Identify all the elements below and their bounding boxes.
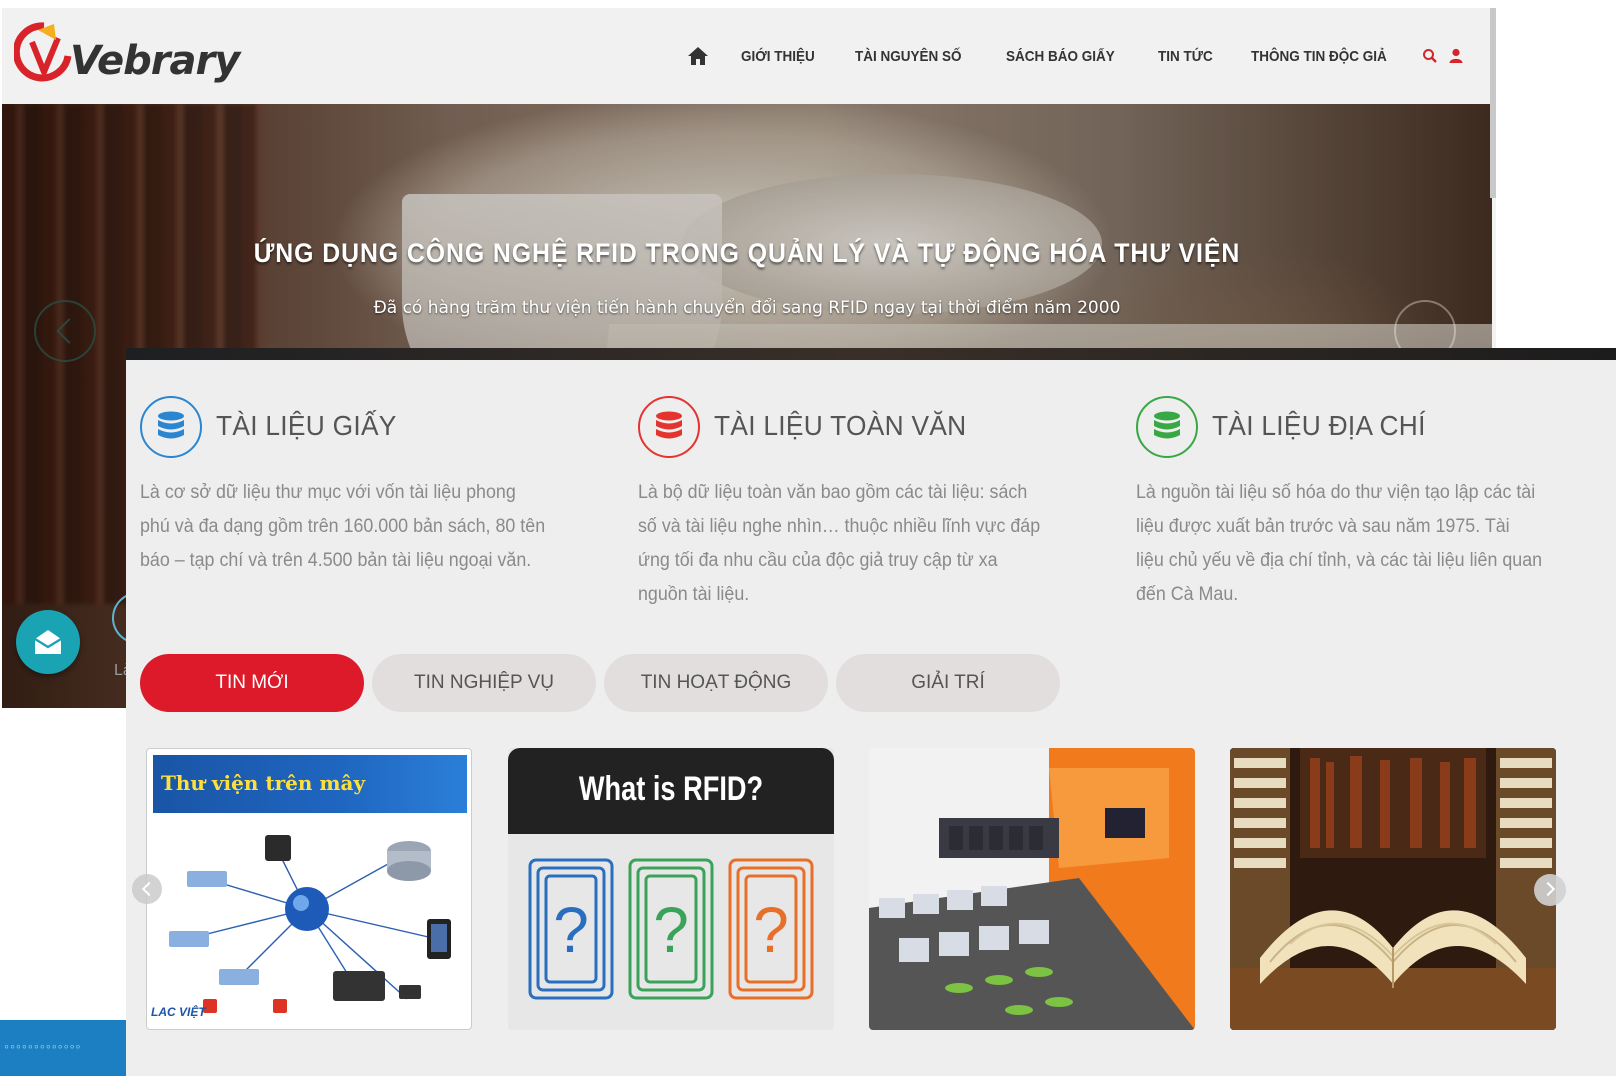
back-scrollbar[interactable] [1490, 8, 1496, 198]
thumb-title: What is RFID? [578, 770, 764, 808]
tab-tin-nghiep-vu[interactable]: TIN NGHIỆP VỤ [372, 654, 596, 712]
logo-text: Vebrary [70, 38, 240, 84]
mail-icon [34, 630, 62, 654]
news-thumb-library-interior[interactable] [869, 748, 1195, 1030]
network-diagram-icon [169, 835, 451, 1013]
news-thumb-what-is-rfid[interactable]: What is RFID? ? ? ? [508, 748, 834, 1030]
nav-tai-nguyen-so[interactable]: TÀI NGUYÊN SỐ [855, 48, 962, 65]
library-room-image [869, 748, 1195, 1030]
news-thumb-open-book[interactable] [1230, 748, 1556, 1030]
open-book-image [1230, 748, 1556, 1030]
database-icon-glyph [158, 411, 184, 439]
database-icon-glyph [656, 411, 682, 439]
nav-sach-bao-giay[interactable]: SÁCH BÁO GIẤY [1006, 48, 1115, 65]
question-mark-glyph: ? [653, 894, 689, 966]
question-mark-glyph: ? [753, 894, 789, 966]
database-icon [1136, 396, 1198, 458]
screenshot-collage: Vebrary GIỚI THIỆU TÀI NGUYÊN SỐ SÁCH BÁ… [0, 0, 1616, 1076]
database-icon [638, 396, 700, 458]
carousel-next-arrow-icon[interactable] [1534, 874, 1566, 906]
question-mark-glyph: ? [553, 894, 589, 966]
contact-mail-button[interactable] [16, 610, 80, 674]
tab-tin-hoat-dong[interactable]: TIN HOẠT ĐỘNG [604, 654, 828, 712]
user-icon[interactable] [1448, 48, 1464, 64]
footer-fragment: ◦◦◦◦◦◦◦◦◦◦◦◦◦ [0, 1020, 130, 1076]
thumb-footer-logo: LAC VIỆT [151, 1005, 206, 1019]
feature-description: Là nguồn tài liệu số hóa do thư viện tạo… [1136, 482, 1543, 605]
main-nav: GIỚI THIỆU TÀI NGUYÊN SỐ SÁCH BÁO GIẤY T… [687, 38, 1464, 74]
nav-gioi-thieu[interactable]: GIỚI THIỆU [741, 48, 815, 65]
search-icon[interactable] [1422, 48, 1438, 64]
feature-title: TÀI LIỆU ĐỊA CHÍ [1212, 410, 1426, 441]
news-thumb-cloud-library[interactable]: Thư viện trên mây LAC VIỆT [146, 748, 472, 1030]
feature-description: Là bộ dữ liệu toàn văn bao gồm các tài l… [638, 482, 1041, 605]
nav-tin-tuc[interactable]: TIN TỨC [1158, 48, 1213, 65]
hero-prev-arrow-icon[interactable] [34, 300, 96, 362]
carousel-prev-arrow-icon[interactable] [132, 874, 162, 904]
tab-tin-moi[interactable]: TIN MỚI [140, 654, 364, 712]
front-window: TÀI LIỆU GIẤY Là cơ sở dữ liệu thư mục v… [126, 360, 1616, 1076]
nav-thong-tin-doc-gia[interactable]: THÔNG TIN ĐỘC GIẢ [1251, 48, 1387, 65]
news-carousel: Thư viện trên mây LAC VIỆT What is RFID?… [132, 748, 1616, 1076]
database-icon-glyph [1154, 411, 1180, 439]
feature-description: Là cơ sở dữ liệu thư mục với vốn tài liệ… [140, 482, 546, 571]
home-icon[interactable] [687, 46, 709, 66]
tab-giai-tri[interactable]: GIẢI TRÍ [836, 654, 1060, 712]
news-tabs: TIN MỚI TIN NGHIỆP VỤ TIN HOẠT ĐỘNG GIẢI… [140, 654, 1068, 712]
feature-title: TÀI LIỆU GIẤY [216, 410, 397, 441]
database-icon [140, 396, 202, 458]
site-logo[interactable]: Vebrary [14, 16, 240, 96]
hero-subtitle: Đã có hàng trăm thư viện tiến hành chuyể… [373, 298, 1121, 318]
hero-title: ỨNG DỤNG CÔNG NGHỆ RFID TRONG QUẢN LÝ VÀ… [253, 238, 1241, 268]
site-header: Vebrary GIỚI THIỆU TÀI NGUYÊN SỐ SÁCH BÁ… [2, 8, 1492, 104]
logo-mark-icon [14, 22, 72, 82]
feature-title: TÀI LIỆU TOÀN VĂN [714, 410, 967, 441]
footer-pattern: ◦◦◦◦◦◦◦◦◦◦◦◦◦ [4, 1038, 82, 1054]
rfid-tags-icon: ? ? ? [528, 858, 814, 1000]
